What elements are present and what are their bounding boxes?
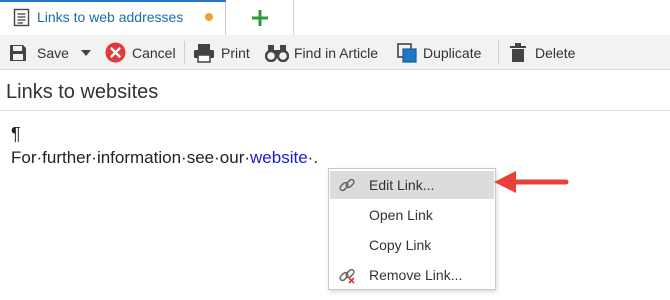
unsaved-indicator [205, 13, 213, 21]
cancel-button[interactable]: Cancel [105, 35, 176, 70]
heading-divider [0, 110, 670, 111]
menu-item-label: Remove Link... [369, 267, 463, 283]
menu-item-copy-link[interactable]: Copy Link [330, 231, 494, 259]
unlink-icon [339, 268, 355, 284]
plus-icon [252, 10, 268, 26]
menu-item-edit-link[interactable]: Edit Link... [330, 171, 494, 199]
cancel-label: Cancel [132, 44, 176, 61]
printer-icon [194, 43, 214, 63]
link-icon [339, 178, 355, 192]
tab-bar: Links to web addresses [0, 0, 670, 36]
toolbar-divider [184, 41, 185, 64]
save-options-dropdown[interactable] [81, 35, 91, 70]
link-context-menu: Edit Link... Open Link Copy Link Remove … [328, 168, 496, 290]
trash-icon [510, 42, 526, 62]
paragraph-text-end: ·. [307, 148, 319, 167]
menu-item-label: Copy Link [369, 237, 432, 253]
website-link[interactable]: website [250, 148, 308, 167]
duplicate-button[interactable]: Duplicate [397, 35, 481, 70]
paragraph-text: For·further·information·see·our· [11, 148, 251, 167]
cancel-icon [105, 42, 126, 63]
save-icon [10, 44, 26, 61]
print-label: Print [221, 44, 250, 61]
binoculars-icon [265, 44, 289, 62]
red-arrow-icon [494, 171, 569, 193]
delete-label: Delete [535, 44, 576, 61]
save-button[interactable]: Save [8, 35, 69, 70]
editor-paragraph[interactable]: For·further·information·see·our·website·… [11, 148, 318, 168]
document-icon [13, 8, 30, 27]
menu-item-open-link[interactable]: Open Link [330, 201, 494, 229]
tab-links-to-web-addresses[interactable]: Links to web addresses [0, 0, 226, 35]
active-tab-indicator [0, 0, 226, 2]
duplicate-label: Duplicate [423, 44, 482, 61]
toolbar: Save Cancel Print Find in Article Duplic… [0, 35, 670, 70]
article-heading: Links to websites [6, 81, 159, 103]
find-label: Find in Article [294, 44, 379, 61]
add-tab-button[interactable] [226, 0, 294, 35]
print-button[interactable]: Print [193, 35, 250, 70]
toolbar-divider [498, 41, 499, 64]
delete-button[interactable]: Delete [510, 35, 575, 70]
chevron-down-icon [81, 49, 91, 56]
paragraph-mark: ¶ [11, 124, 21, 144]
find-in-article-button[interactable]: Find in Article [265, 35, 378, 70]
duplicate-icon [397, 42, 417, 63]
menu-item-label: Edit Link... [369, 177, 435, 193]
save-label: Save [37, 44, 69, 61]
menu-item-remove-link[interactable]: Remove Link... [330, 261, 494, 289]
menu-item-label: Open Link [369, 207, 433, 223]
tab-title: Links to web addresses [37, 9, 184, 25]
